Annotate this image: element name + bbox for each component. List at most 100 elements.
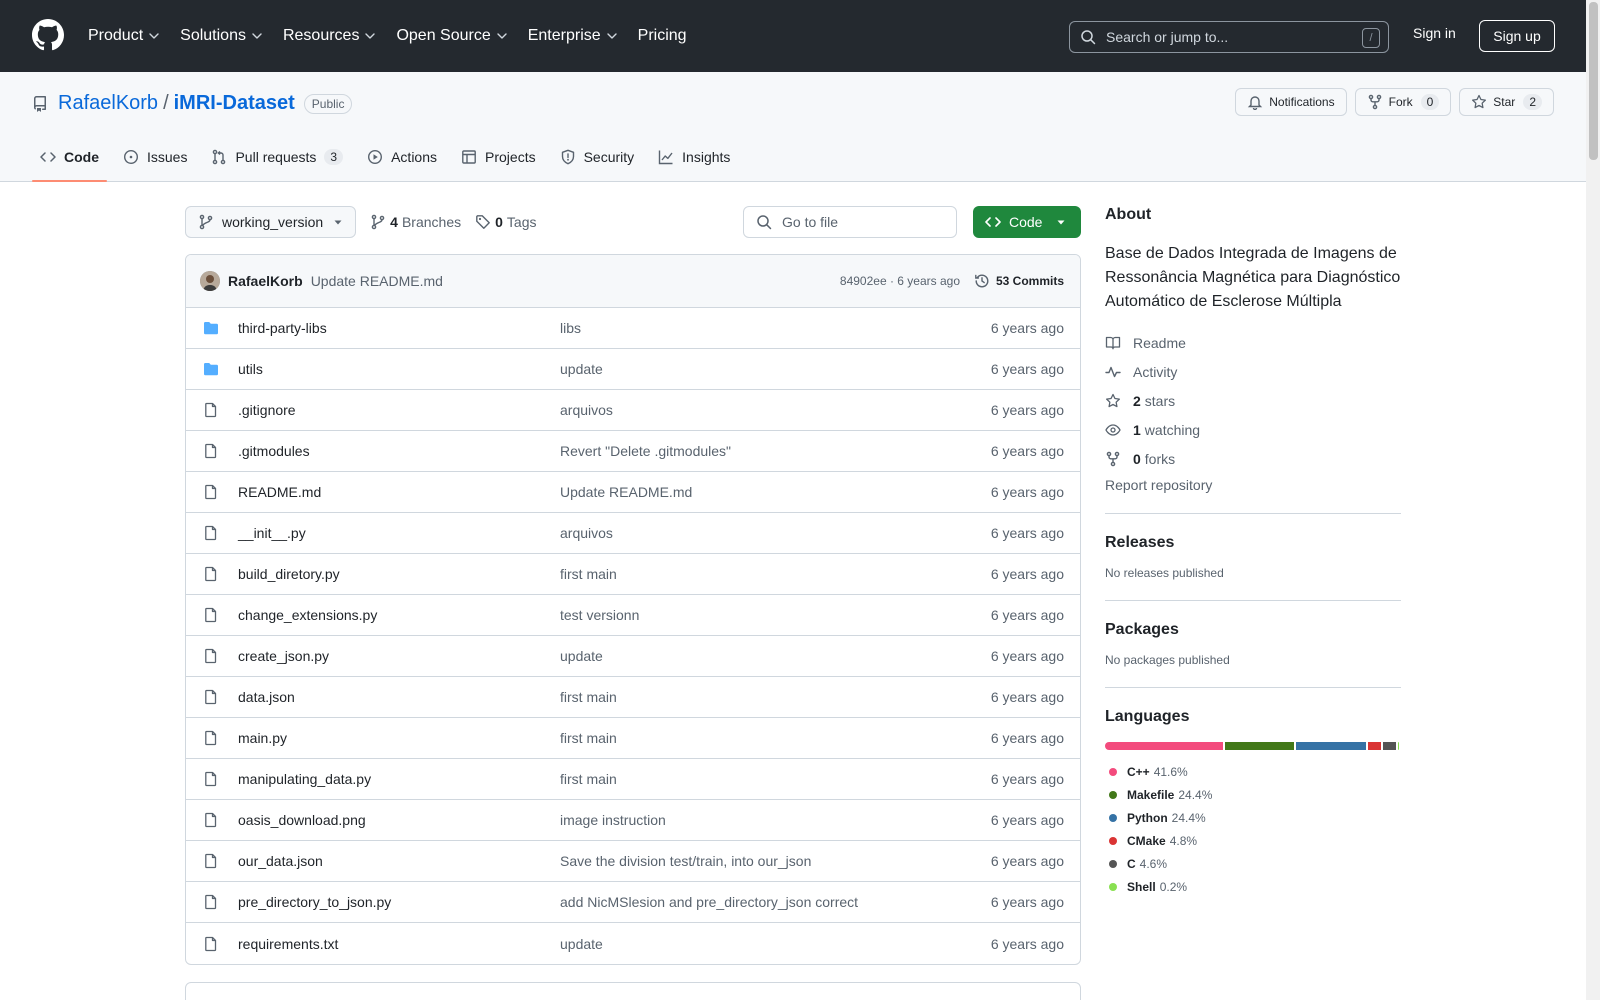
file-commit-message[interactable]: update: [560, 361, 603, 377]
about-link-Activity[interactable]: Activity: [1105, 357, 1401, 386]
star-button[interactable]: Star 2: [1459, 88, 1554, 116]
file-commit-date: 6 years ago: [990, 812, 1064, 828]
file-name-link[interactable]: change_extensions.py: [238, 607, 377, 623]
bell-icon: [1248, 96, 1263, 110]
file-commit-message[interactable]: first main: [560, 771, 617, 787]
file-icon: [205, 894, 217, 910]
file-commit-date: 6 years ago: [990, 443, 1064, 459]
language-color-dot: [1109, 836, 1117, 845]
language-item[interactable]: Python 24.4%: [1105, 806, 1209, 829]
topnav-item-enterprise[interactable]: Enterprise: [528, 27, 618, 45]
file-commit-message[interactable]: add NicMSlesion and pre_directory_json c…: [560, 894, 858, 910]
chevron-down-icon: [497, 33, 507, 39]
language-item[interactable]: CMake 4.8%: [1105, 829, 1215, 852]
file-commit-message[interactable]: Update README.md: [560, 484, 692, 500]
file-commit-message[interactable]: first main: [560, 689, 617, 705]
search-input[interactable]: Search or jump to... /: [1069, 21, 1389, 53]
fork-button[interactable]: Fork 0: [1354, 88, 1452, 116]
tab-pull-requests[interactable]: Pull requests 3: [203, 133, 351, 181]
tab-code[interactable]: Code: [32, 133, 107, 182]
topnav-item-product[interactable]: Product: [88, 27, 160, 45]
file-commit-message[interactable]: first main: [560, 566, 617, 582]
packages-section: Packages No packages published: [1105, 600, 1401, 667]
file-name-link[interactable]: __init__.py: [238, 525, 306, 541]
file-commit-message[interactable]: arquivos: [560, 525, 613, 541]
search-placeholder: Search or jump to...: [1106, 29, 1229, 45]
file-name-link[interactable]: README.md: [238, 484, 321, 500]
topnav-item-open-source[interactable]: Open Source: [396, 27, 507, 45]
caret-down-icon: [1057, 220, 1065, 225]
file-commit-message[interactable]: update: [560, 648, 603, 664]
branch-name: working_version: [222, 214, 324, 230]
file-commit-message[interactable]: libs: [560, 320, 581, 336]
global-header: Product Solutions Resources Open Source Ente…: [0, 0, 1586, 72]
go-to-file-input[interactable]: Go to file: [743, 206, 957, 238]
file-commit-date: 6 years ago: [990, 361, 1064, 377]
file-commit-message[interactable]: first main: [560, 730, 617, 746]
about-link-label: stars: [1144, 392, 1176, 409]
table-row: .gitignore arquivos 6 years ago: [186, 390, 1080, 431]
commit-author[interactable]: RafaelKorb: [228, 273, 303, 289]
branches-link[interactable]: 4 Branches: [370, 214, 461, 230]
sign-up-button[interactable]: Sign up: [1479, 20, 1555, 52]
topnav-label: Resources: [282, 27, 360, 44]
topnav-item-pricing[interactable]: Pricing: [638, 27, 687, 45]
file-name-link[interactable]: third-party-libs: [238, 320, 327, 336]
topnav-item-solutions[interactable]: Solutions: [180, 27, 263, 45]
about-link-Readme[interactable]: Readme: [1105, 328, 1401, 357]
topnav-item-resources[interactable]: Resources: [283, 27, 376, 45]
visibility-badge: Public: [303, 93, 353, 114]
packages-heading[interactable]: Packages: [1105, 621, 1401, 639]
file-commit-message[interactable]: test versionn: [560, 607, 639, 623]
file-name-link[interactable]: requirements.txt: [238, 936, 338, 952]
language-item[interactable]: Makefile 24.4%: [1105, 783, 1215, 806]
file-name-link[interactable]: our_data.json: [238, 853, 323, 869]
tab-actions[interactable]: Actions: [359, 133, 445, 181]
language-item[interactable]: C++ 41.6%: [1105, 760, 1209, 783]
github-logo-icon[interactable]: [32, 19, 64, 51]
releases-heading[interactable]: Releases: [1105, 534, 1401, 552]
file-name-link[interactable]: .gitmodules: [238, 443, 310, 459]
report-repository-link[interactable]: Report repository: [1105, 477, 1401, 493]
tab-insights[interactable]: Insights: [650, 133, 738, 181]
topnav-label: Product: [88, 27, 144, 44]
branch-selector[interactable]: working_version: [185, 206, 357, 238]
language-item[interactable]: C 4.6%: [1105, 852, 1209, 875]
file-commit-message[interactable]: arquivos: [560, 402, 613, 418]
file-name-link[interactable]: .gitignore: [238, 402, 296, 418]
scrollbar-thumb[interactable]: [1589, 2, 1598, 160]
file-name-link[interactable]: oasis_download.png: [238, 812, 366, 828]
file-commit-message[interactable]: update: [560, 936, 603, 952]
code-dropdown-button[interactable]: Code: [973, 206, 1081, 238]
file-name-link[interactable]: pre_directory_to_json.py: [238, 894, 391, 910]
about-link-stars[interactable]: 2 stars: [1105, 386, 1401, 415]
about-link-forks[interactable]: 0 forks: [1105, 444, 1401, 473]
file-commit-date: 6 years ago: [990, 566, 1064, 582]
commits-link[interactable]: 53 Commits: [974, 273, 1064, 289]
file-commit-message[interactable]: Save the division test/train, into our_j…: [560, 853, 811, 869]
notifications-button[interactable]: Notifications: [1235, 88, 1347, 116]
commit-hash-date[interactable]: 84902ee · 6 years ago: [840, 274, 960, 288]
language-item[interactable]: Shell 0.2%: [1105, 875, 1215, 898]
file-name-link[interactable]: utils: [238, 361, 263, 377]
repo-owner-link[interactable]: RafaelKorb: [58, 92, 158, 115]
repo-name-link[interactable]: iMRI-Dataset: [174, 92, 295, 115]
tab-issues[interactable]: Issues: [115, 133, 195, 181]
file-name-link[interactable]: data.json: [238, 689, 295, 705]
sign-in-link[interactable]: Sign in: [1413, 25, 1456, 41]
tab-projects[interactable]: Projects: [453, 133, 544, 181]
commit-message[interactable]: Update README.md: [311, 273, 443, 289]
avatar[interactable]: [200, 271, 220, 291]
language-list: C++ 41.6% Makefile 24.4% Python 24.4% CMake 4.8…: [1105, 760, 1345, 898]
file-name-link[interactable]: main.py: [238, 730, 287, 746]
about-link-watching[interactable]: 1 watching: [1105, 415, 1401, 444]
language-name: Python: [1127, 810, 1168, 825]
file-name-link[interactable]: manipulating_data.py: [238, 771, 371, 787]
tags-link[interactable]: 0 Tags: [475, 214, 537, 230]
file-name-link[interactable]: create_json.py: [238, 648, 329, 664]
tab-security[interactable]: Security: [552, 133, 643, 181]
file-commit-message[interactable]: image instruction: [560, 812, 666, 828]
file-commit-message[interactable]: Revert "Delete .gitmodules": [560, 443, 731, 459]
language-percent: 4.8%: [1169, 833, 1198, 848]
file-name-link[interactable]: build_diretory.py: [238, 566, 340, 582]
